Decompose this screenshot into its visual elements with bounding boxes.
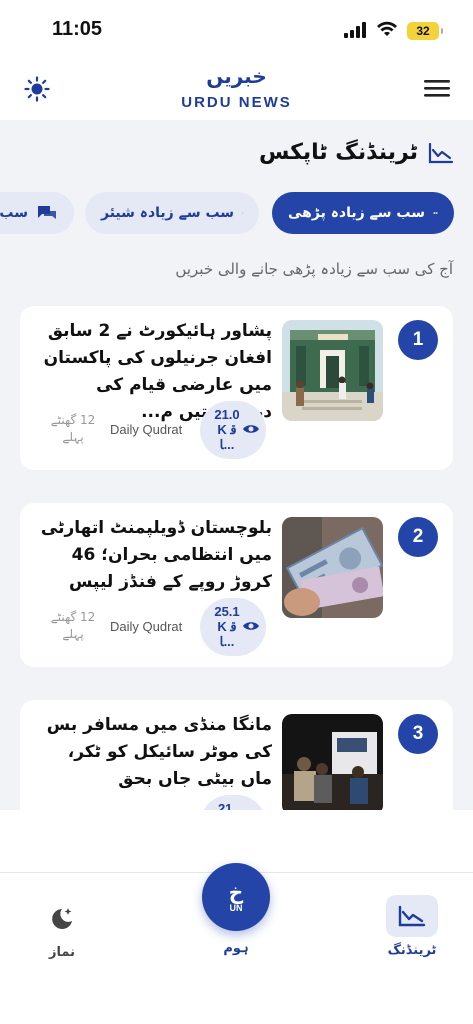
time-ago: 12 گھنٹے پہلے: [50, 413, 96, 444]
share-icon: [242, 212, 243, 214]
home-fab-button[interactable]: خ UN: [202, 863, 270, 931]
section-subtitle: آج کی سب سے زیادہ پڑھی جانے والی خبریں: [175, 260, 453, 278]
eye-icon: [243, 622, 259, 630]
news-headline[interactable]: مانگا منڈی میں مسافر بس کی موٹر سائیکل ک…: [32, 712, 272, 793]
signal-icon: [344, 22, 366, 38]
time-ago: 12 گھنٹے پہلے: [50, 610, 96, 641]
chip-most-commented[interactable]: سب: [0, 192, 74, 234]
rank-badge: 1: [398, 320, 438, 360]
view-count: 21.: [217, 801, 237, 810]
hamburger-menu-icon[interactable]: [424, 78, 450, 98]
view-count-badge: 21.: [200, 795, 266, 810]
news-source: Daily Qudrat: [110, 619, 183, 634]
trending-chart-icon: [398, 905, 426, 927]
logo-english: URDU NEWS: [181, 94, 292, 111]
section-title: ٹرینڈنگ ٹاپکس: [258, 140, 418, 165]
logo-urdu: خبریں: [206, 64, 267, 88]
chip-most-commented-label: سب: [0, 205, 28, 221]
bottom-navigation: ٹرینڈنگ خ UN ہوم نماز: [0, 863, 473, 1024]
news-card[interactable]: 1 پشاور ہائیکورٹ نے 2 سابق افغان جرنیلوں…: [20, 306, 453, 470]
nav-trending[interactable]: ٹرینڈنگ: [380, 895, 444, 958]
nav-home-label: ہوم: [223, 941, 249, 956]
eye-icon: [243, 425, 259, 433]
chip-most-read-label: سب سے زیادہ پڑھی: [288, 205, 425, 221]
view-count: 25.1K قا...: [214, 604, 240, 649]
moon-stars-icon: [52, 908, 72, 929]
filter-chips: سب سے زیادہ پڑھی سب سے زیادہ شیئر سب: [0, 192, 473, 236]
view-count: 21.0K قا...: [214, 407, 240, 452]
news-headline[interactable]: بلوچستان ڈویلپمنٹ اتھارٹی میں انتظامی بح…: [32, 515, 272, 596]
nav-namaz-label: نماز: [49, 945, 75, 960]
rank-badge: 2: [398, 517, 438, 557]
chip-most-shared-label: سب سے زیادہ شیئر: [101, 205, 235, 221]
view-count-badge: 25.1K قا...: [200, 598, 266, 656]
battery-indicator: 32: [407, 22, 443, 40]
nav-trending-label: ٹرینڈنگ: [387, 943, 437, 958]
app-header: خبریں URDU NEWS: [0, 62, 473, 120]
nav-home[interactable]: خ UN ہوم: [200, 863, 272, 956]
news-source: Daily Qudrat: [110, 422, 183, 437]
main-content[interactable]: ٹرینڈنگ ٹاپکس سب سے زیادہ پڑھی سب سے زیا…: [0, 120, 473, 810]
chip-most-shared[interactable]: سب سے زیادہ شیئر: [85, 192, 259, 234]
home-fab-logo-urdu: خ: [228, 880, 244, 904]
chat-icon: [38, 206, 56, 219]
status-time: 11:05: [52, 18, 103, 40]
news-thumbnail[interactable]: [282, 517, 383, 618]
news-card[interactable]: 3 مانگا منڈی میں مسافر بس کی موٹر سائیکل…: [20, 700, 453, 810]
status-bar: 11:05 32: [0, 0, 473, 62]
view-count-badge: 21.0K قا...: [200, 401, 266, 459]
trending-chart-icon: [428, 142, 454, 164]
home-fab-logo-en: UN: [229, 903, 243, 913]
news-card[interactable]: 2 بلوچستان ڈویلپمنٹ اتھارٹی میں انتظامی …: [20, 503, 453, 667]
news-thumbnail[interactable]: [282, 714, 383, 810]
nav-namaz[interactable]: نماز: [30, 905, 94, 960]
rank-badge: 3: [398, 714, 438, 754]
news-thumbnail[interactable]: [282, 320, 383, 421]
nav-trending-icon-box[interactable]: [386, 895, 438, 937]
eye-icon: [433, 211, 438, 215]
wifi-icon: [377, 21, 397, 36]
chip-most-read[interactable]: سب سے زیادہ پڑھی: [272, 192, 454, 234]
